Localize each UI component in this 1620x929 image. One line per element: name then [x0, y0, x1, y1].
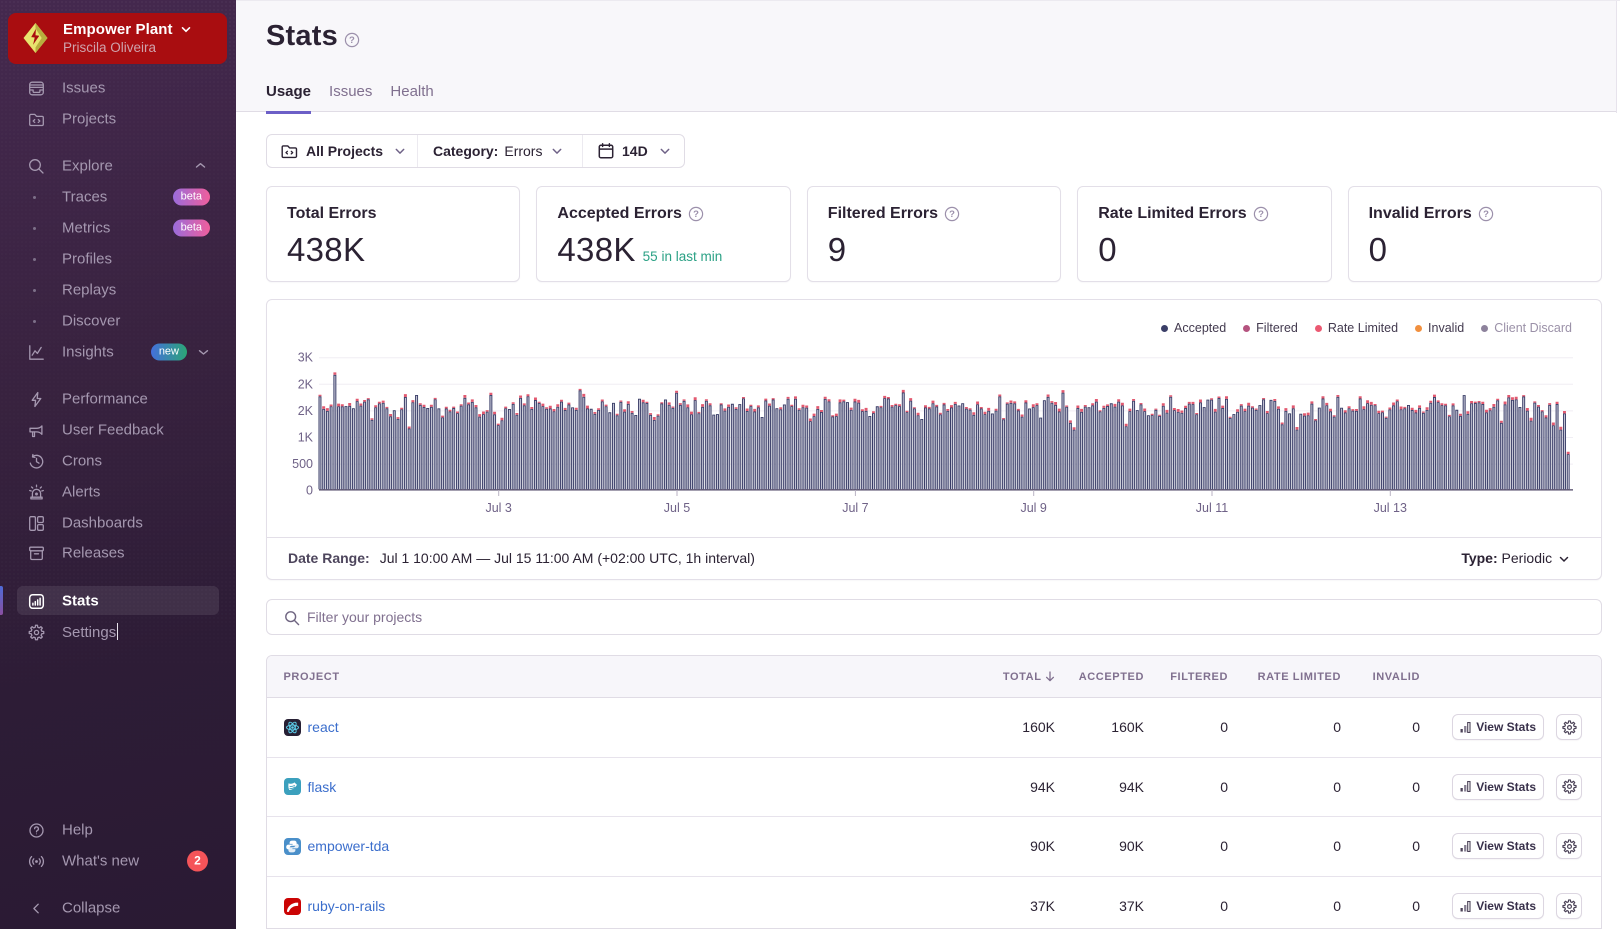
svg-text:Jul 5: Jul 5: [664, 501, 690, 515]
svg-text:Jul 11: Jul 11: [1196, 501, 1228, 515]
svg-text:500: 500: [292, 457, 313, 471]
svg-text:Jul 13: Jul 13: [1374, 501, 1407, 515]
svg-text:?: ?: [349, 35, 355, 46]
svg-text:Jul 3: Jul 3: [485, 501, 511, 515]
svg-text:Jul 9: Jul 9: [1020, 501, 1046, 515]
svg-text:?: ?: [693, 209, 699, 220]
svg-text:2K: 2K: [298, 404, 314, 418]
svg-text:0: 0: [306, 483, 313, 497]
svg-text:1K: 1K: [298, 431, 314, 445]
svg-text:3K: 3K: [298, 351, 314, 365]
svg-text:?: ?: [949, 209, 955, 220]
svg-text:Jul 7: Jul 7: [842, 501, 868, 515]
svg-text:?: ?: [1258, 209, 1264, 220]
svg-text:?: ?: [1483, 209, 1489, 220]
svg-text:2K: 2K: [298, 377, 314, 391]
